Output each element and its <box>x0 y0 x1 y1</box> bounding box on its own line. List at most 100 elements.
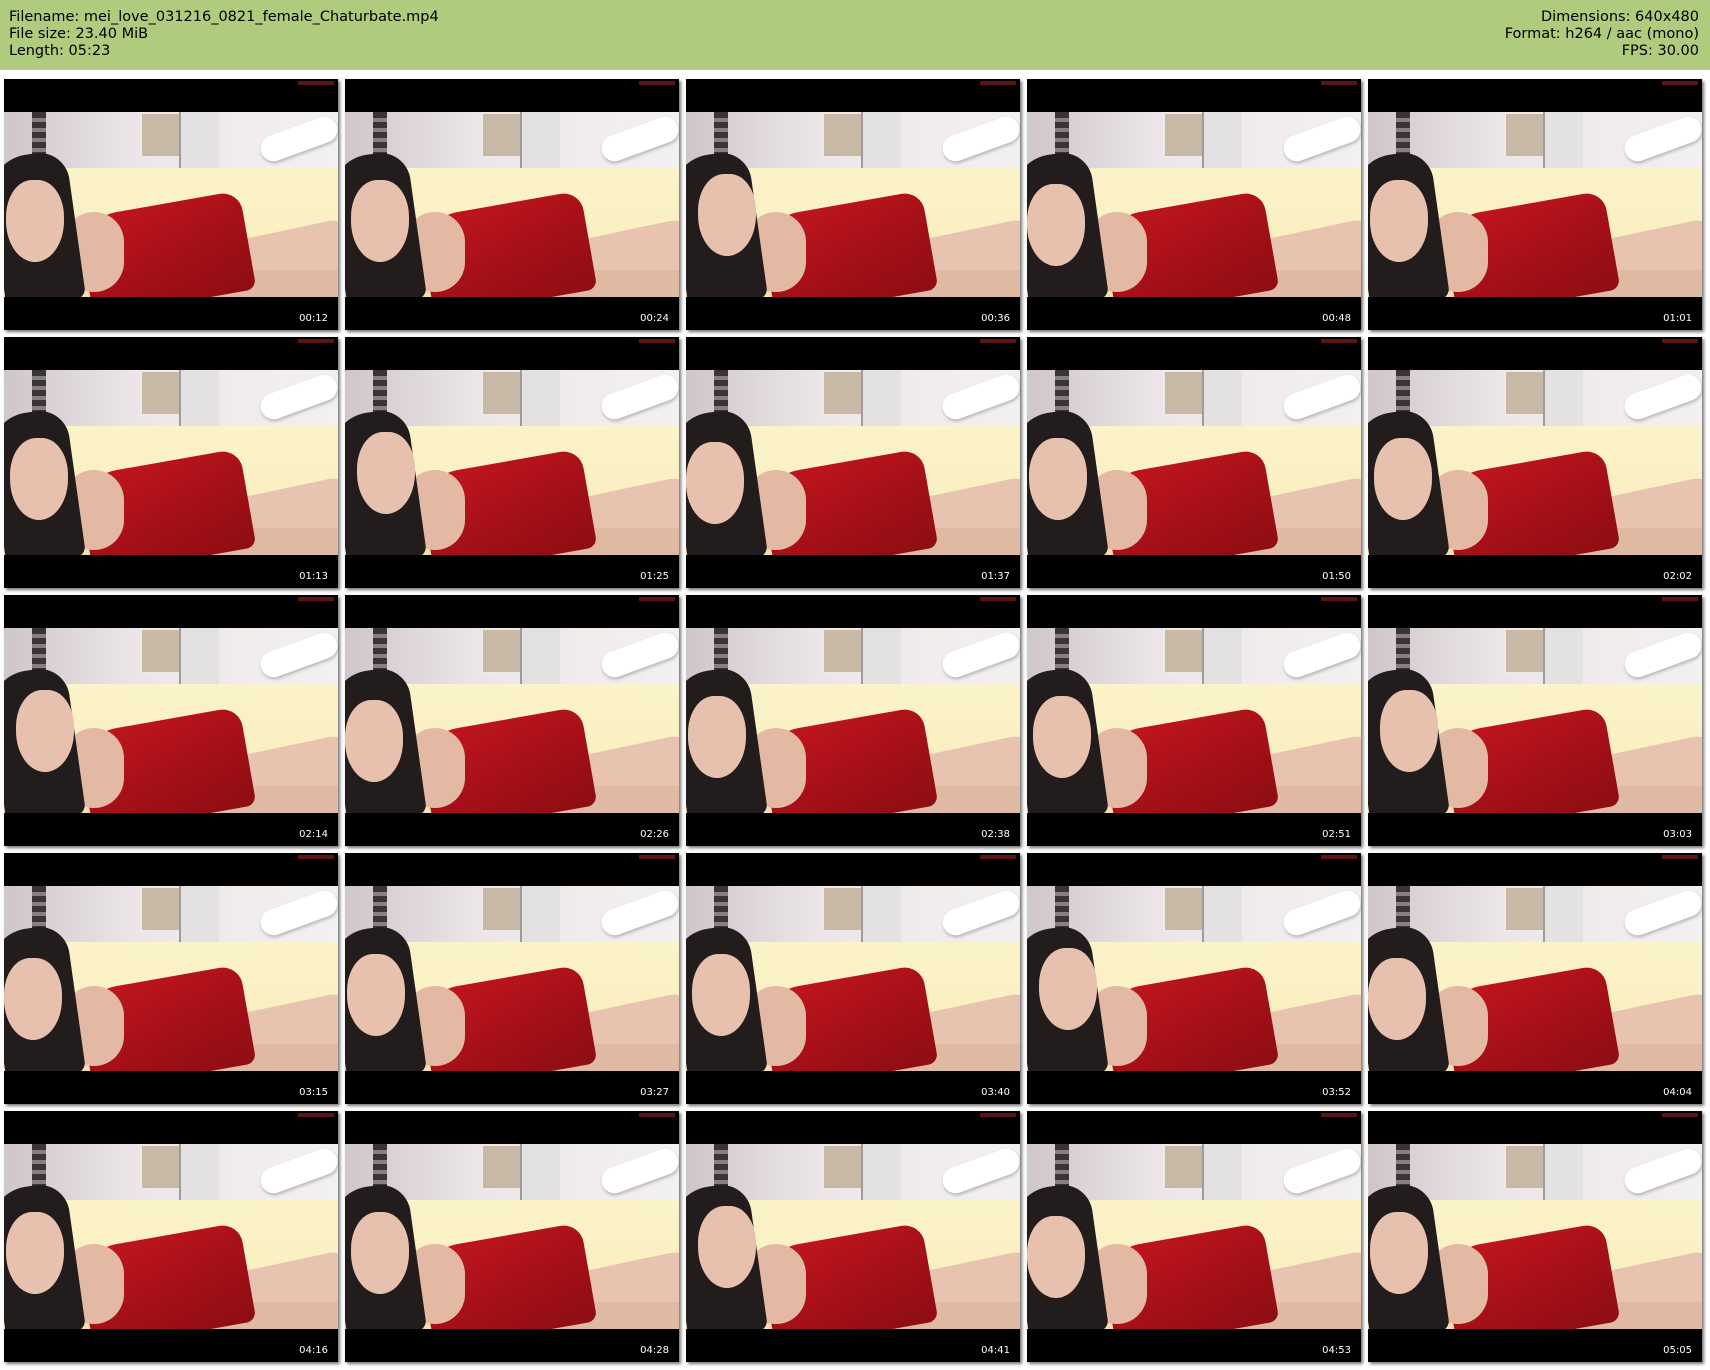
face <box>1374 438 1432 520</box>
video-frame <box>4 370 338 555</box>
timestamp-label: 03:03 <box>1663 829 1692 840</box>
shelf-side <box>520 370 560 432</box>
video-frame <box>345 112 679 297</box>
shelf-side <box>1543 112 1583 174</box>
video-frame <box>4 1144 338 1329</box>
shelf-side <box>861 886 901 948</box>
fps-text: FPS: 30.00 <box>1621 43 1699 59</box>
video-thumbnail[interactable]: 02:14 <box>4 595 338 846</box>
video-thumbnail[interactable]: 02:02 <box>1368 337 1702 588</box>
watermark <box>639 855 675 859</box>
video-thumbnail[interactable]: 01:13 <box>4 337 338 588</box>
watermark <box>298 1113 334 1117</box>
video-thumbnail[interactable]: 03:52 <box>1027 853 1361 1104</box>
video-thumbnail[interactable]: 01:37 <box>686 337 1020 588</box>
video-thumbnail[interactable]: 01:25 <box>345 337 679 588</box>
video-thumbnail[interactable]: 00:24 <box>345 79 679 330</box>
video-frame <box>1027 112 1361 297</box>
timestamp-label: 02:02 <box>1663 571 1692 582</box>
watermark <box>1662 855 1698 859</box>
timestamp-label: 04:41 <box>981 1345 1010 1356</box>
video-thumbnail[interactable]: 05:05 <box>1368 1111 1702 1362</box>
timestamp-label: 02:51 <box>1322 829 1351 840</box>
shelf-side <box>1202 112 1242 174</box>
face <box>1370 180 1428 262</box>
video-frame <box>4 628 338 813</box>
shelf-side <box>861 1144 901 1206</box>
video-thumbnail[interactable]: 03:03 <box>1368 595 1702 846</box>
watermark <box>298 81 334 85</box>
shelf-side <box>179 112 219 174</box>
video-thumbnail[interactable]: 04:04 <box>1368 853 1702 1104</box>
face <box>688 696 746 778</box>
video-thumbnail[interactable]: 00:36 <box>686 79 1020 330</box>
face <box>1368 958 1426 1040</box>
shelf-side <box>1202 370 1242 432</box>
shelf-side <box>520 628 560 690</box>
face <box>357 432 415 514</box>
video-thumbnail[interactable]: 04:16 <box>4 1111 338 1362</box>
watermark <box>1321 1113 1357 1117</box>
video-frame <box>345 628 679 813</box>
video-thumbnail[interactable]: 04:53 <box>1027 1111 1361 1362</box>
video-thumbnail[interactable]: 02:51 <box>1027 595 1361 846</box>
video-thumbnail[interactable]: 04:41 <box>686 1111 1020 1362</box>
watermark <box>298 855 334 859</box>
shelf-side <box>1202 1144 1242 1206</box>
shelf-side <box>1202 628 1242 690</box>
timestamp-label: 00:12 <box>299 313 328 324</box>
video-thumbnail[interactable]: 00:12 <box>4 79 338 330</box>
video-frame <box>1027 886 1361 1071</box>
shelf-side <box>861 112 901 174</box>
video-thumbnail[interactable]: 00:48 <box>1027 79 1361 330</box>
shelf-side <box>861 628 901 690</box>
timestamp-label: 04:53 <box>1322 1345 1351 1356</box>
shelf-side <box>1543 1144 1583 1206</box>
timestamp-label: 04:16 <box>299 1345 328 1356</box>
face <box>1027 1216 1085 1298</box>
timestamp-label: 04:28 <box>640 1345 669 1356</box>
timestamp-label: 01:13 <box>299 571 328 582</box>
watermark <box>639 339 675 343</box>
shelf-side <box>1202 886 1242 948</box>
info-header: Filename: mei_love_031216_0821_female_Ch… <box>0 0 1710 70</box>
dimensions-text: Dimensions: 640x480 <box>1540 9 1699 25</box>
video-frame <box>1368 1144 1702 1329</box>
video-thumbnail[interactable]: 01:50 <box>1027 337 1361 588</box>
watermark <box>980 1113 1016 1117</box>
watermark <box>980 81 1016 85</box>
face <box>6 1212 64 1294</box>
shelf-side <box>520 886 560 948</box>
video-frame <box>686 370 1020 555</box>
timestamp-label: 01:37 <box>981 571 1010 582</box>
timestamp-label: 02:14 <box>299 829 328 840</box>
video-frame <box>345 370 679 555</box>
face <box>1029 438 1087 520</box>
video-thumbnail[interactable]: 03:40 <box>686 853 1020 1104</box>
timestamp-label: 00:36 <box>981 313 1010 324</box>
face <box>1039 948 1097 1030</box>
face <box>1370 1212 1428 1294</box>
video-frame <box>1027 1144 1361 1329</box>
face <box>351 1212 409 1294</box>
watermark <box>980 339 1016 343</box>
stream-info: Dimensions: 640x480 Format: h264 / aac (… <box>1505 9 1699 60</box>
timestamp-label: 03:52 <box>1322 1087 1351 1098</box>
shelf-side <box>1543 886 1583 948</box>
video-thumbnail[interactable]: 02:26 <box>345 595 679 846</box>
shelf-side <box>179 628 219 690</box>
video-thumbnail[interactable]: 04:28 <box>345 1111 679 1362</box>
video-thumbnail[interactable]: 02:38 <box>686 595 1020 846</box>
video-thumbnail[interactable]: 03:27 <box>345 853 679 1104</box>
timestamp-label: 03:27 <box>640 1087 669 1098</box>
video-frame <box>4 886 338 1071</box>
shelf-side <box>179 886 219 948</box>
watermark <box>639 1113 675 1117</box>
video-frame <box>686 112 1020 297</box>
video-thumbnail[interactable]: 01:01 <box>1368 79 1702 330</box>
shelf-side <box>1543 370 1583 432</box>
video-frame <box>1027 628 1361 813</box>
video-frame <box>345 1144 679 1329</box>
face <box>1027 184 1085 266</box>
video-thumbnail[interactable]: 03:15 <box>4 853 338 1104</box>
